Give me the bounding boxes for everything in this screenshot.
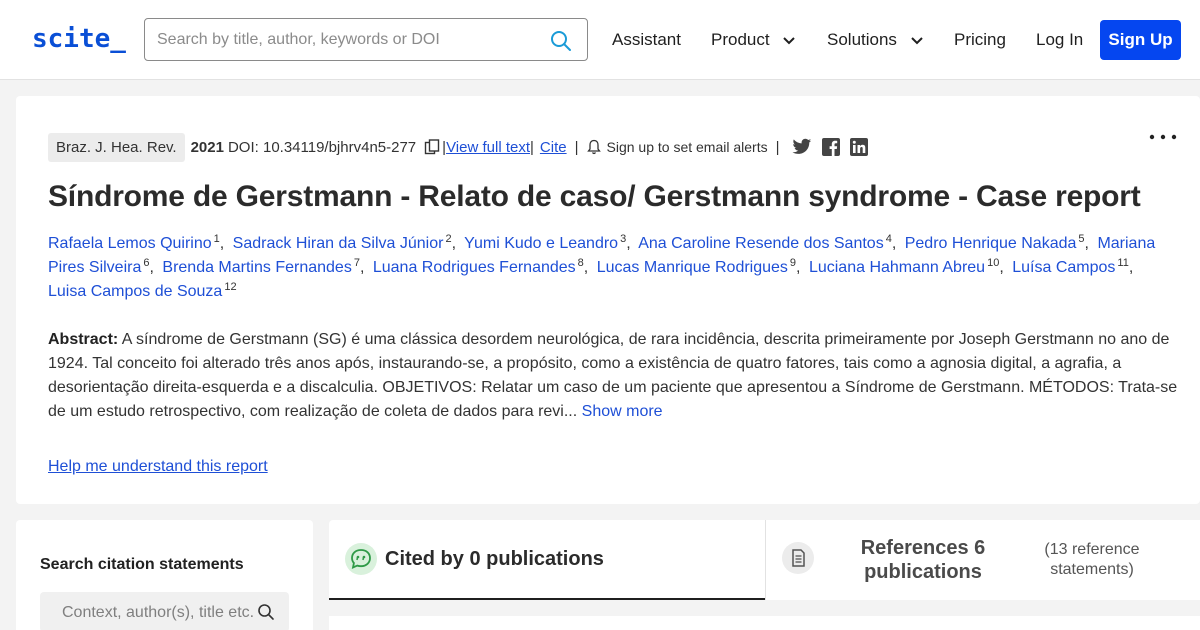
citation-search-box[interactable] (40, 592, 289, 630)
author-list: Rafaela Lemos Quirino 1, Sadrack Hiran da… (48, 232, 1178, 304)
copy-icon[interactable] (424, 139, 440, 155)
author-affiliation-number: 1 (213, 232, 220, 245)
citation-search-panel: Search citation statements (16, 520, 313, 630)
show-more-link[interactable]: Show more (582, 403, 663, 420)
nav-product[interactable]: Product (711, 30, 796, 50)
nav-assistant-label: Assistant (612, 30, 681, 49)
author-affiliation-number: 11 (1117, 256, 1129, 269)
author-separator: , (891, 235, 897, 252)
author-separator: , (583, 259, 589, 276)
author-separator: , (999, 259, 1004, 276)
author-affiliation-number: 2 (445, 232, 452, 245)
doi: DOI: 10.34119/bjhrv4n5-277 (227, 138, 417, 156)
author-link[interactable]: Pedro Henrique Nakada (905, 235, 1077, 252)
nav-solutions[interactable]: Solutions (827, 30, 924, 50)
chevron-down-icon (783, 36, 796, 44)
article-title: Síndrome de Gerstmann - Relato de caso/ … (48, 180, 1141, 213)
view-full-text-link[interactable]: View full text (446, 139, 530, 156)
citation-search-title: Search citation statements (40, 556, 244, 573)
author-link[interactable]: Luana Rodrigues Fernandes (373, 259, 576, 276)
linkedin-icon[interactable] (849, 138, 868, 156)
author-separator: , (1084, 235, 1089, 252)
bell-icon[interactable] (586, 139, 601, 155)
author-link[interactable]: Luciana Hahmann Abreu (809, 259, 985, 276)
reference-statements-count: (13 reference statements) (1044, 541, 1140, 578)
email-alerts-link[interactable]: Sign up to set email alerts (607, 139, 768, 155)
author-separator: , (1128, 259, 1134, 276)
document-icon (782, 542, 814, 574)
tab-cited-by-label: Cited by 0 publications (385, 548, 604, 570)
author-affiliation-number: 4 (885, 232, 892, 245)
divider: | (775, 138, 780, 156)
author-affiliation-number: 12 (224, 280, 237, 293)
nav-pricing[interactable]: Pricing (954, 30, 1006, 50)
search-icon[interactable] (257, 603, 275, 621)
publication-year: 2021 (190, 138, 224, 156)
author-separator: , (149, 259, 154, 276)
login-label: Log In (1036, 30, 1084, 49)
author-separator: , (451, 235, 457, 252)
author-link[interactable]: Lucas Manrique Rodrigues (597, 259, 788, 276)
author-link[interactable]: Luísa Campos (1012, 259, 1115, 276)
quote-bubble-icon (345, 543, 377, 575)
cite-link[interactable]: Cite (540, 139, 567, 156)
results-panel (329, 616, 1200, 630)
search-icon[interactable] (549, 29, 573, 53)
twitter-icon[interactable] (792, 138, 812, 156)
tab-cited-by[interactable]: Cited by 0 publications (329, 520, 765, 600)
signup-button[interactable]: Sign Up (1100, 20, 1181, 60)
nav-assistant[interactable]: Assistant (612, 30, 681, 50)
author-link[interactable]: Ana Caroline Resende dos Santos (638, 235, 884, 252)
author-affiliation-number: 5 (1078, 232, 1085, 245)
author-separator: , (796, 259, 801, 276)
help-understand-link[interactable]: Help me understand this report (48, 458, 268, 476)
nav-solutions-label: Solutions (827, 30, 897, 49)
author-separator: , (626, 235, 631, 252)
tab-references[interactable]: References 6 publications (13 reference … (765, 520, 1200, 600)
chevron-down-icon (910, 36, 923, 44)
author-link[interactable]: Yumi Kudo e Leandro (464, 235, 618, 252)
citation-search-input[interactable] (62, 601, 262, 625)
search-input[interactable] (157, 27, 537, 53)
author-affiliation-number: 10 (987, 256, 1000, 269)
abstract-label: Abstract: (48, 331, 119, 348)
journal-badge[interactable]: Braz. J. Hea. Rev. (48, 132, 185, 162)
author-link[interactable]: Brenda Martins Fernandes (162, 259, 351, 276)
citation-tabs: Cited by 0 publications References 6 pub… (329, 520, 1200, 600)
scite-logo[interactable]: scite_ (32, 24, 126, 54)
author-link[interactable]: Sadrack Hiran da Silva Júnior (233, 235, 444, 252)
tab-references-label: References 6 publications (860, 537, 986, 583)
search-box[interactable] (144, 18, 588, 61)
author-link[interactable]: Rafaela Lemos Quirino (48, 235, 212, 252)
facebook-icon[interactable] (821, 138, 840, 156)
more-icon[interactable] (1148, 132, 1178, 142)
article-card: Braz. J. Hea. Rev. 2021 DOI: 10.34119/bj… (16, 96, 1200, 504)
abstract: Abstract: A síndrome de Gerstmann (SG) é… (48, 328, 1178, 424)
nav-product-label: Product (711, 30, 770, 49)
article-meta: Braz. J. Hea. Rev. 2021 DOI: 10.34119/bj… (48, 132, 868, 162)
divider: | (574, 138, 579, 156)
author-link[interactable]: Luisa Campos de Souza (48, 283, 222, 300)
nav-pricing-label: Pricing (954, 30, 1006, 49)
author-separator: , (219, 235, 225, 252)
author-affiliation-number: 8 (577, 256, 584, 269)
top-navbar: scite_ Assistant Product Solutions Prici… (0, 0, 1200, 80)
author-separator: , (359, 259, 365, 276)
login-link[interactable]: Log In (1036, 30, 1083, 50)
